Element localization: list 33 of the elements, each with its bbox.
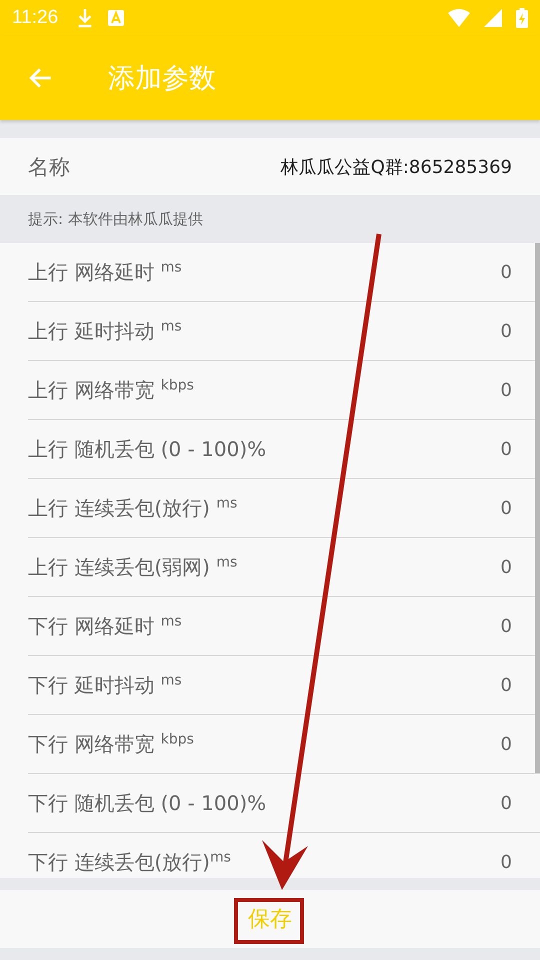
status-time: 11:26 (12, 7, 58, 29)
parameter-value[interactable]: 0 (500, 792, 512, 814)
parameter-label: 上行 网络延时 $^{ms}$ (28, 258, 182, 286)
parameter-label: 上行 延时抖动 $^{ms}$ (28, 318, 182, 344)
download-icon (76, 7, 94, 29)
parameter-label: 上行 连续丢包(放行) $^{ms}$ (28, 494, 238, 522)
name-value[interactable]: 林瓜瓜公益Q群:865285369 (280, 154, 512, 178)
parameter-label: 下行 网络带宽 $^{kbps}$ (28, 730, 194, 758)
highlight-frame (234, 898, 304, 944)
screen-title: 添加参数 (108, 62, 216, 96)
parameter-value[interactable]: 0 (500, 556, 512, 578)
wifi-icon (448, 9, 470, 27)
parameter-label: 上行 连续丢包(弱网) $^{ms}$ (28, 554, 238, 580)
parameter-value[interactable]: 0 (500, 438, 512, 460)
app-notification-icon (108, 10, 124, 26)
battery-icon (516, 8, 528, 28)
parameter-label: 下行 延时抖动 $^{ms}$ (28, 672, 182, 698)
parameter-label: 下行 网络延时 $^{ms}$ (28, 612, 182, 640)
parameter-value[interactable]: 0 (500, 380, 512, 400)
signal-icon (484, 9, 502, 27)
hint-text: 提示: 本软件由林瓜瓜提供 (27, 208, 204, 230)
name-label: 名称 (28, 154, 70, 180)
parameter-value[interactable]: 0 (500, 498, 512, 518)
parameter-value[interactable]: 0 (500, 734, 512, 754)
parameter-value[interactable]: 0 (500, 262, 512, 282)
parameter-value[interactable]: 0 (500, 616, 512, 636)
parameter-label: 下行 随机丢包 (0 - 100)% (28, 790, 266, 816)
parameter-value[interactable]: 0 (500, 320, 512, 342)
parameter-label: 上行 随机丢包 (0 - 100)% (28, 436, 266, 462)
parameter-label: 下行 连续丢包(放行)$^{ms}$ (28, 848, 231, 876)
parameter-label: 上行 网络带宽 $^{kbps}$ (28, 376, 194, 404)
parameter-value[interactable]: 0 (500, 674, 512, 696)
parameter-value[interactable]: 0 (500, 852, 512, 872)
